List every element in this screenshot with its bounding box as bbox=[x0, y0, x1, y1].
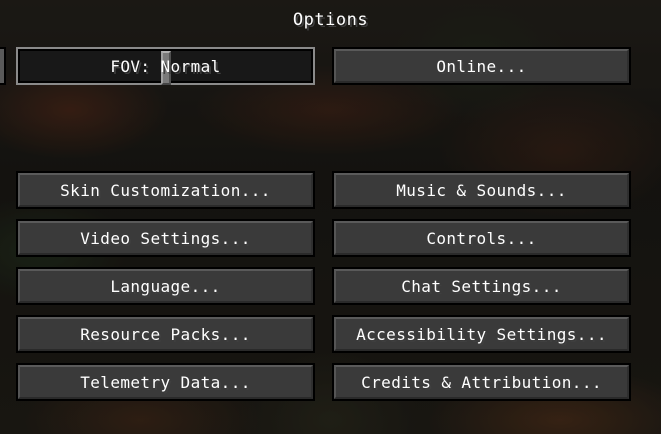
chat-settings-button[interactable]: Chat Settings... bbox=[332, 267, 631, 305]
resource-packs-button[interactable]: Resource Packs... bbox=[16, 315, 315, 353]
telemetry-data-button[interactable]: Telemetry Data... bbox=[16, 363, 315, 401]
language-label: Language... bbox=[110, 276, 221, 296]
music-sounds-label: Music & Sounds... bbox=[396, 180, 567, 200]
resource-packs-label: Resource Packs... bbox=[80, 324, 251, 344]
video-settings-button[interactable]: Video Settings... bbox=[16, 219, 315, 257]
controls-button[interactable]: Controls... bbox=[332, 219, 631, 257]
chat-settings-label: Chat Settings... bbox=[401, 276, 562, 296]
language-button[interactable]: Language... bbox=[16, 267, 315, 305]
credits-attribution-button[interactable]: Credits & Attribution... bbox=[332, 363, 631, 401]
online-button-label: Online... bbox=[436, 56, 527, 76]
skin-customization-label: Skin Customization... bbox=[60, 180, 271, 200]
telemetry-data-label: Telemetry Data... bbox=[80, 372, 251, 392]
accessibility-settings-button[interactable]: Accessibility Settings... bbox=[332, 315, 631, 353]
fov-slider[interactable]: FOV: Normal bbox=[16, 47, 315, 85]
accessibility-settings-label: Accessibility Settings... bbox=[356, 324, 607, 344]
offscreen-button-edge bbox=[0, 47, 6, 85]
music-sounds-button[interactable]: Music & Sounds... bbox=[332, 171, 631, 209]
video-settings-label: Video Settings... bbox=[80, 228, 251, 248]
credits-attribution-label: Credits & Attribution... bbox=[361, 372, 602, 392]
online-button[interactable]: Online... bbox=[332, 47, 631, 85]
controls-label: Controls... bbox=[426, 228, 537, 248]
fov-slider-label: FOV: Normal bbox=[110, 56, 221, 76]
skin-customization-button[interactable]: Skin Customization... bbox=[16, 171, 315, 209]
page-title: Options bbox=[292, 10, 369, 30]
